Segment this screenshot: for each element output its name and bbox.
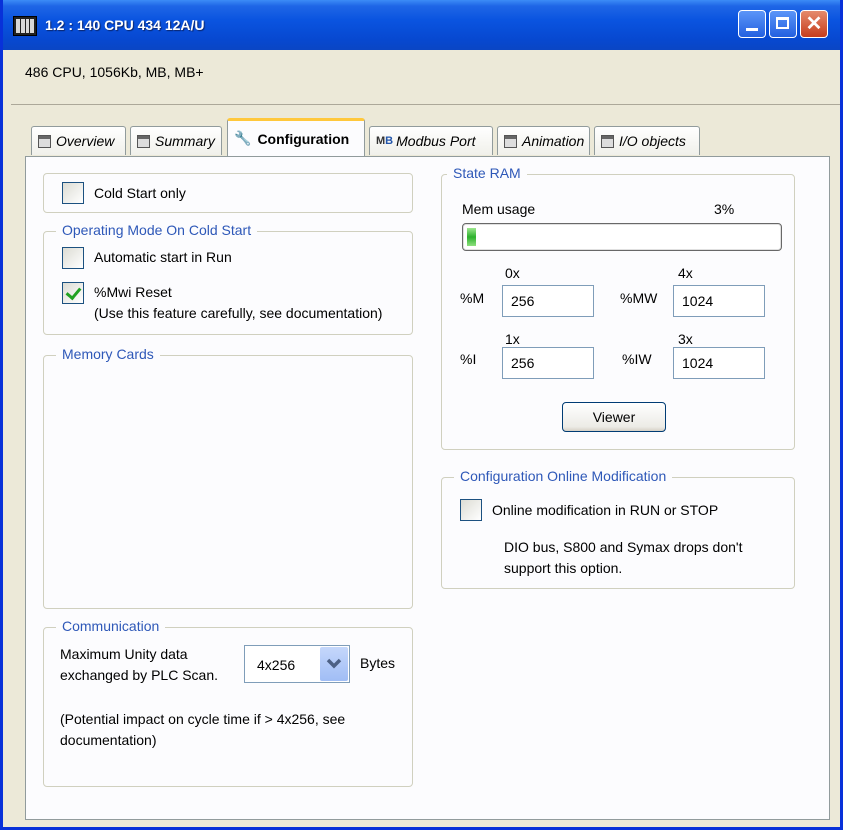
mw-label: %MW — [620, 290, 658, 306]
module-window: 1.2 : 140 CPU 434 12A/U ✕ 486 CPU, 1056K… — [0, 0, 843, 830]
close-button[interactable]: ✕ — [800, 10, 828, 38]
bytes-unit-label: Bytes — [360, 655, 396, 671]
window-icon — [137, 134, 150, 148]
close-icon: ✕ — [805, 13, 823, 35]
i-prefix: 1x — [505, 331, 520, 347]
state-ram-group: State RAM Mem usage 3% 0x %M 256 4x %MW … — [441, 165, 795, 450]
tab-label: Summary — [155, 133, 215, 149]
i-label: %I — [460, 351, 477, 367]
state-ram-title: State RAM — [447, 165, 527, 181]
mwi-reset-note: (Use this feature carefully, see documen… — [94, 305, 383, 321]
modbus-icon: MB — [376, 135, 394, 147]
mw-input[interactable]: 1024 — [673, 285, 765, 317]
cold-start-group: Cold Start only — [43, 173, 413, 213]
plc-module-icon — [13, 16, 37, 36]
tab-configuration[interactable]: 🔧 Configuration — [227, 118, 365, 156]
auto-start-checkbox[interactable] — [62, 247, 84, 269]
maximize-button[interactable] — [769, 10, 797, 38]
online-modification-note-2: support this option. — [504, 560, 623, 576]
cold-start-label: Cold Start only — [94, 185, 186, 201]
tab-io-objects[interactable]: I/O objects — [594, 126, 700, 155]
online-modification-checkbox[interactable] — [460, 499, 482, 521]
m-input[interactable]: 256 — [502, 285, 594, 317]
window-icon — [504, 134, 517, 148]
mem-usage-progress-bar — [462, 223, 782, 251]
tab-animation[interactable]: Animation — [497, 126, 590, 155]
cycle-time-note-2: documentation) — [60, 732, 157, 748]
mwi-reset-checkbox[interactable] — [62, 282, 84, 304]
window-title: 1.2 : 140 CPU 434 12A/U — [45, 17, 205, 33]
mwi-reset-label: %Mwi Reset — [94, 284, 172, 300]
tab-overview[interactable]: Overview — [31, 126, 126, 155]
minimize-icon — [746, 28, 758, 31]
tab-summary[interactable]: Summary — [130, 126, 222, 155]
communication-title: Communication — [56, 618, 166, 634]
cycle-time-note: (Potential impact on cycle time if > 4x2… — [60, 711, 346, 727]
max-data-label: Maximum Unity data — [60, 646, 188, 662]
tab-modbus-port[interactable]: MB Modbus Port — [369, 126, 493, 155]
title-bar[interactable]: 1.2 : 140 CPU 434 12A/U ✕ — [3, 0, 840, 50]
online-modification-title: Configuration Online Modification — [454, 468, 673, 484]
online-modification-note: DIO bus, S800 and Symax drops don't — [504, 539, 743, 555]
mem-usage-progress-fill — [467, 228, 477, 246]
iw-prefix: 3x — [678, 331, 693, 347]
module-description: 486 CPU, 1056Kb, MB, MB+ — [25, 64, 204, 80]
max-data-select[interactable]: 4x256 — [244, 645, 350, 683]
cold-start-checkbox[interactable] — [62, 182, 84, 204]
memory-cards-group: Memory Cards — [43, 346, 413, 609]
minimize-button[interactable] — [738, 10, 766, 38]
memory-cards-title: Memory Cards — [56, 346, 160, 362]
mem-usage-percent: 3% — [714, 201, 735, 217]
operating-mode-group: Operating Mode On Cold Start Automatic s… — [43, 222, 413, 335]
maximize-icon — [776, 17, 789, 29]
auto-start-label: Automatic start in Run — [94, 249, 232, 265]
iw-input[interactable]: 1024 — [673, 347, 765, 379]
viewer-button[interactable]: Viewer — [562, 402, 666, 432]
window-icon — [38, 134, 51, 148]
wrench-icon: 🔧 — [234, 130, 252, 146]
tab-label: I/O objects — [619, 133, 686, 149]
chevron-down-icon[interactable] — [320, 647, 348, 681]
i-input[interactable]: 256 — [502, 347, 594, 379]
mw-prefix: 4x — [678, 265, 693, 281]
online-modification-label: Online modification in RUN or STOP — [492, 502, 719, 518]
window-icon — [601, 134, 614, 148]
tab-label: Overview — [56, 133, 115, 149]
configuration-panel: Cold Start only Operating Mode On Cold S… — [25, 156, 830, 820]
tab-label: Modbus Port — [396, 133, 476, 149]
tab-label: Animation — [522, 133, 585, 149]
online-modification-group: Configuration Online Modification Online… — [441, 468, 795, 589]
m-label: %M — [460, 290, 485, 306]
mem-usage-label: Mem usage — [462, 201, 536, 217]
operating-mode-title: Operating Mode On Cold Start — [56, 222, 258, 238]
max-data-label-2: exchanged by PLC Scan. — [60, 667, 218, 683]
tab-label: Configuration — [257, 130, 350, 147]
max-data-select-value: 4x256 — [257, 657, 296, 673]
header-divider — [11, 104, 840, 105]
iw-label: %IW — [622, 351, 652, 367]
m-prefix: 0x — [505, 265, 520, 281]
communication-group: Communication Maximum Unity data exchang… — [43, 618, 413, 787]
